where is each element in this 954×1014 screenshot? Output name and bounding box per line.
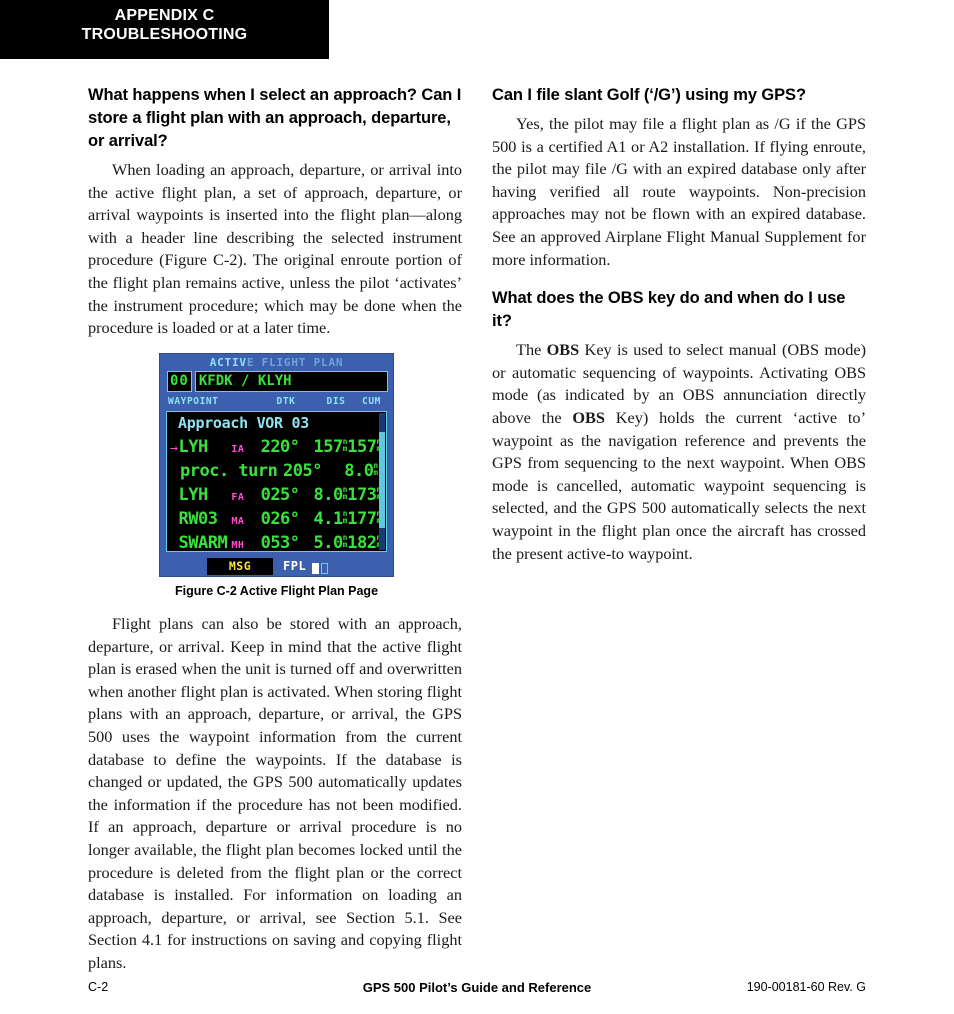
- gps-list-scrollbar[interactable]: [379, 413, 385, 550]
- page-footer: C-2 GPS 500 Pilot’s Guide and Reference …: [88, 980, 866, 1000]
- gps-procedure-header-label: Approach VOR 03: [178, 414, 309, 432]
- gps-row-dtk: 220°: [260, 437, 300, 457]
- gps-route-field[interactable]: KFDK / KLYH: [194, 371, 388, 392]
- gps-row-dis-unit: nm: [342, 485, 348, 501]
- gps-row-cum-value: 173: [347, 485, 377, 505]
- gps-flight-plan-identifier-row: 00 KFDK / KLYH: [160, 371, 393, 393]
- gps-row-cum-value: 182: [347, 533, 377, 552]
- gps-column-header-dtk: DTK: [276, 396, 296, 407]
- gps-plan-number-field[interactable]: 00: [167, 371, 192, 392]
- gps-row-dis-unit: nm: [342, 533, 348, 549]
- gps-500-active-flight-plan-screen: ACTIVE FLIGHT PLAN 00 KFDK / KLYH WAYPOI…: [159, 353, 394, 577]
- gps-status-bar-right-filler: [328, 558, 392, 575]
- gps-page-indicator-current: [312, 562, 320, 574]
- gps-column-header-dis: DIS: [326, 396, 346, 407]
- figure-c2: ACTIVE FLIGHT PLAN 00 KFDK / KLYH WAYPOI…: [159, 353, 394, 598]
- appendix-running-header: APPENDIX C TROUBLESHOOTING: [0, 0, 329, 59]
- left-text-column: What happens when I select an approach? …: [88, 84, 462, 340]
- gps-row-dis: 8.0 n m: [322, 460, 378, 482]
- gps-row-waypoint: proc. turn: [180, 461, 278, 481]
- gps-row-dtk: 025°: [260, 485, 300, 505]
- gps-row-waypoint: LYH: [178, 437, 209, 457]
- gps-screen-title: ACTIVE FLIGHT PLAN: [160, 354, 393, 371]
- gps-row-cum-value: 157: [347, 437, 377, 457]
- gps-procedure-header-row: Approach VOR 03: [167, 412, 386, 436]
- gps-waypoint-row[interactable]: proc. turn 205° 8.0 n m: [167, 460, 386, 484]
- right-paragraph-2-part1: The: [516, 340, 547, 360]
- gps-row-dis-unit: nm: [373, 461, 378, 477]
- right-text-column: Can I file slant Golf (‘/G’) using my GP…: [492, 84, 866, 565]
- gps-row-dis: 4.1 n m: [300, 508, 348, 530]
- gps-waypoint-row[interactable]: → LYH IA 220° 157nm 157nm: [167, 436, 386, 460]
- gps-row-fix-type: MH: [231, 540, 245, 551]
- left-question-heading-1: What happens when I select an approach? …: [88, 86, 462, 150]
- left-paragraph-2: Flight plans can also be stored with an …: [88, 614, 462, 972]
- gps-row-dis-value: 5.0: [313, 533, 344, 552]
- right-paragraph-2: The OBS Key is used to select manual (OB…: [492, 339, 866, 565]
- gps-row-dis: 5.0 n m: [300, 532, 348, 552]
- gps-row-waypoint: SWARM: [178, 533, 228, 552]
- gps-waypoint-row[interactable]: LYH FA 025° 8.0nm 173nm: [167, 484, 386, 508]
- right-paragraph-2-bold-obs-1: OBS: [546, 340, 580, 360]
- gps-page-group-label: FPL: [279, 558, 313, 575]
- gps-row-waypoint: RW03: [178, 509, 218, 529]
- right-paragraph-2-part3: Key) holds the current ‘active to’ waypo…: [492, 407, 866, 563]
- gps-message-annunciator[interactable]: MSG: [207, 558, 273, 575]
- gps-column-headers: WAYPOINT DTK DIS CUM: [160, 393, 393, 408]
- gps-waypoint-row[interactable]: SWARM MH 053° 5.0nm 182nm: [167, 532, 386, 552]
- gps-row-dis-value: 4.1: [313, 509, 344, 529]
- right-question-heading-1: Can I file slant Golf (‘/G’) using my GP…: [492, 86, 806, 104]
- gps-row-dis-unit: nm: [342, 437, 348, 453]
- right-question-heading-2: What does the OBS key do and when do I u…: [492, 289, 846, 331]
- gps-column-header-cum: CUM: [362, 396, 381, 407]
- left-text-column-continued: Flight plans can also be stored with an …: [88, 613, 462, 975]
- gps-list-scrollbar-thumb[interactable]: [379, 432, 385, 529]
- gps-status-bar: MSG FPL: [161, 558, 392, 575]
- gps-row-waypoint: LYH: [178, 485, 209, 505]
- gps-status-bar-left-filler: [161, 558, 207, 575]
- gps-row-dtk: 053°: [260, 533, 300, 552]
- gps-page-indicator-other: [321, 562, 329, 574]
- gps-row-dis: 8.0 n m: [300, 484, 348, 506]
- gps-screen-title-rest: E FLIGHT PLAN: [246, 356, 344, 369]
- appendix-header-line-1: APPENDIX C: [114, 7, 215, 24]
- gps-row-dis-value: 157: [313, 437, 344, 457]
- gps-row-fix-type: IA: [231, 444, 245, 455]
- gps-row-dis-value: 8.0: [313, 485, 344, 505]
- gps-row-fix-type: MA: [231, 516, 245, 527]
- gps-waypoint-row[interactable]: RW03 MA 026° 4.1nm 177nm: [167, 508, 386, 532]
- gps-row-fix-type: FA: [231, 492, 245, 503]
- active-leg-arrow-icon: →: [170, 441, 178, 456]
- appendix-header-line-2: TROUBLESHOOTING: [81, 26, 248, 43]
- gps-row-dtk: 026°: [260, 509, 300, 529]
- right-paragraph-2-bold-obs-2: OBS: [572, 407, 605, 427]
- figure-caption: Figure C-2 Active Flight Plan Page: [174, 584, 379, 598]
- gps-row-dis-unit: nm: [342, 509, 348, 525]
- gps-row-dtk: 205°: [283, 461, 322, 481]
- footer-part-number: 190-00181-60 Rev. G: [746, 980, 866, 994]
- gps-column-header-waypoint: WAYPOINT: [168, 396, 219, 407]
- gps-page-indicator: [312, 558, 329, 575]
- gps-row-dis: 157 n m: [300, 436, 348, 458]
- gps-row-cum-value: 177: [347, 509, 377, 529]
- gps-row-dis-value: 8.0: [344, 461, 374, 481]
- gps-screen-title-active: ACTIV: [209, 356, 247, 369]
- left-paragraph-1: When loading an approach, departure, or …: [88, 160, 462, 338]
- right-paragraph-1: Yes, the pilot may file a flight plan as…: [492, 114, 866, 269]
- gps-flight-plan-list[interactable]: Approach VOR 03 → LYH IA 220° 157nm 157n…: [166, 411, 387, 552]
